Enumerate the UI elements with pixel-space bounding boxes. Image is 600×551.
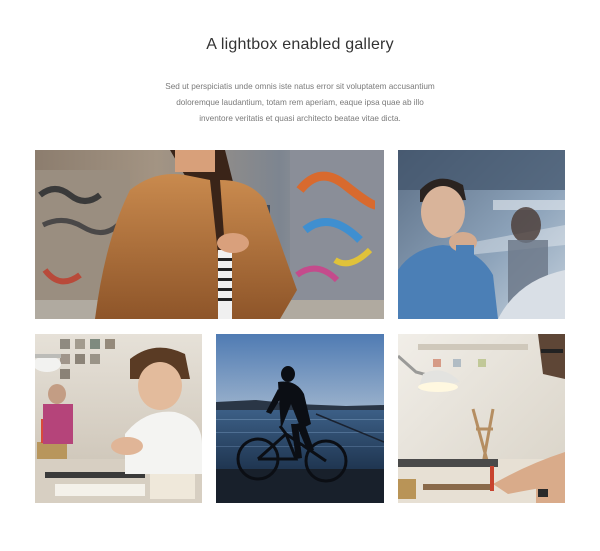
intro-line: doloremque laudantium, totam rem aperiam… [176,98,424,107]
photo-cyclist-sunset [216,334,384,503]
gallery-item-woman-jacket[interactable] [35,150,384,319]
intro-line: inventore veritatis et quasi architecto … [199,114,401,123]
gallery-item-desk-lamp-work[interactable] [398,334,565,503]
photo-man-thinking [398,150,565,319]
photo-woman-jacket [35,150,384,319]
gallery-item-man-thinking[interactable] [398,150,565,319]
gallery-item-boy-drawing[interactable] [35,334,202,503]
gallery-item-cyclist-sunset[interactable] [216,334,384,503]
photo-boy-drawing [35,334,202,503]
page-title: A lightbox enabled gallery [206,36,394,53]
intro-text: Sed ut perspiciatis unde omnis iste natu… [150,79,450,127]
photo-desk-lamp-work [398,334,565,503]
intro-line: Sed ut perspiciatis unde omnis iste natu… [165,82,435,91]
